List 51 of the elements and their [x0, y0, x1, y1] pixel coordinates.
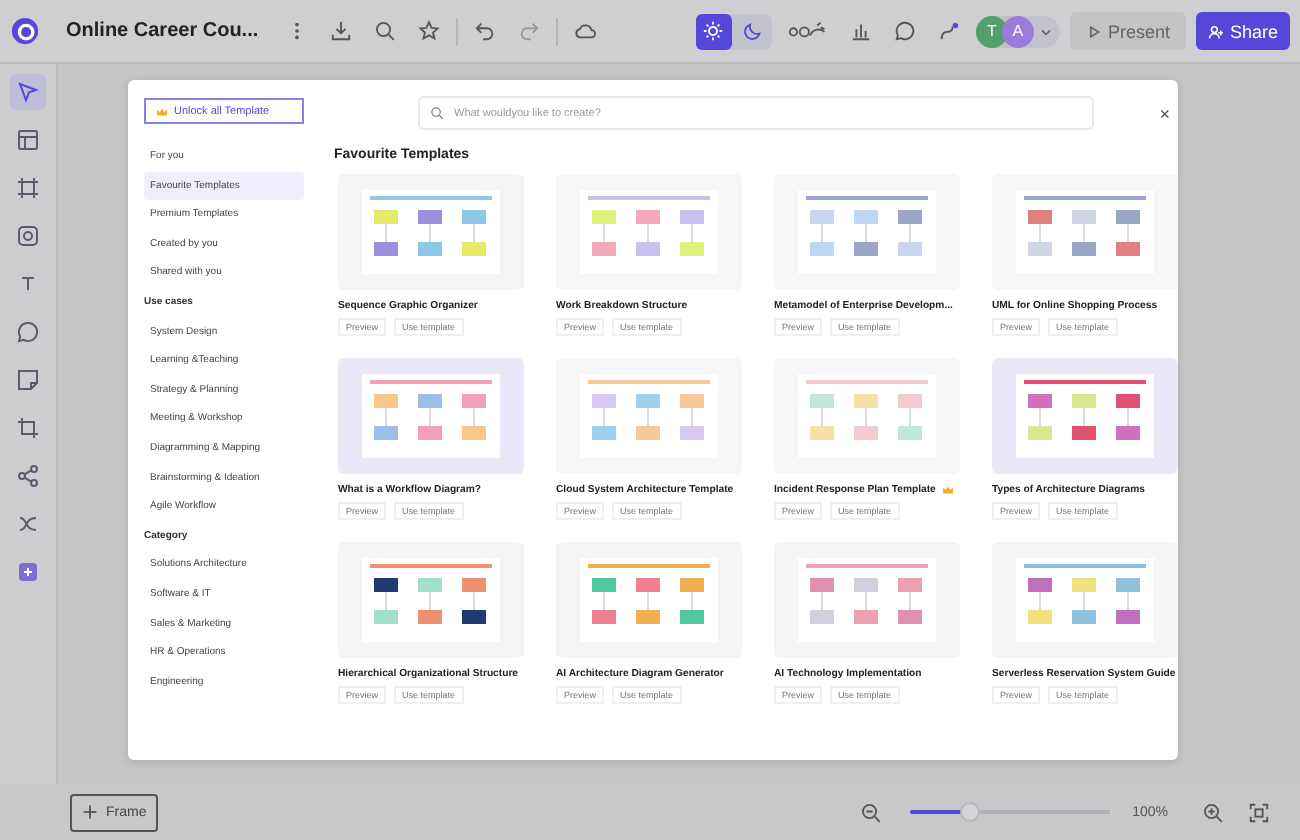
template-thumbnail-drawing[interactable] [338, 174, 524, 290]
play-icon [1085, 23, 1102, 39]
light-mode-button[interactable] [695, 13, 732, 49]
template-thumbnail-drawing[interactable] [774, 542, 960, 658]
undo-icon[interactable] [474, 20, 497, 42]
search-icon[interactable] [374, 20, 397, 42]
zoom-out-icon[interactable] [860, 801, 883, 823]
download-icon[interactable] [330, 20, 353, 42]
close-button[interactable]: × [1155, 103, 1174, 123]
moon-icon [742, 20, 765, 42]
avatar-group[interactable]: T A [975, 15, 1060, 47]
user-avatar[interactable]: A [1001, 15, 1034, 47]
cloud-icon[interactable] [574, 20, 597, 42]
fit-screen-icon[interactable] [1248, 801, 1270, 823]
bar-chart-icon[interactable] [849, 20, 872, 42]
collaboration-icon[interactable] [787, 20, 828, 42]
user-avatar[interactable]: T [975, 15, 1008, 47]
connector-icon[interactable] [937, 20, 960, 42]
present-button[interactable]: Present [1069, 12, 1186, 50]
cursor-tool-button[interactable] [10, 74, 46, 110]
star-icon[interactable] [418, 20, 441, 42]
document-title[interactable]: Online Career Cou... [66, 20, 259, 42]
comment-icon [16, 320, 40, 344]
crop-icon [16, 416, 40, 440]
cursor-icon [16, 80, 40, 104]
plus-icon [16, 560, 40, 584]
zoom-in-icon[interactable] [1202, 801, 1224, 823]
template-thumbnail-drawing[interactable] [556, 542, 742, 658]
crown-icon [156, 105, 168, 117]
template-thumbnail-drawing[interactable] [992, 358, 1178, 474]
template-thumbnail-drawing[interactable] [774, 358, 960, 474]
note-icon [16, 368, 40, 392]
add-user-icon [1207, 23, 1224, 39]
share-button[interactable]: Share [1195, 12, 1290, 50]
plus-icon [82, 804, 98, 820]
template-thumbnail-drawing[interactable] [992, 174, 1178, 290]
chat-icon[interactable] [893, 20, 916, 42]
template-thumbnail-drawing[interactable] [774, 174, 960, 290]
template-thumbnail-drawing[interactable] [556, 174, 742, 290]
frame-icon [16, 176, 40, 200]
logo-icon[interactable] [10, 16, 40, 46]
text-icon [16, 272, 40, 296]
share-icon [16, 464, 40, 488]
template-thumbnail-drawing[interactable] [556, 358, 742, 474]
template-thumbnail-drawing[interactable] [992, 542, 1178, 658]
template-thumbnail-drawing[interactable] [338, 358, 524, 474]
template-icon [16, 128, 40, 152]
sun-icon [702, 20, 725, 42]
shape-icon [16, 224, 40, 248]
template-thumbnail-drawing[interactable] [338, 542, 524, 658]
flow-icon [16, 512, 40, 536]
